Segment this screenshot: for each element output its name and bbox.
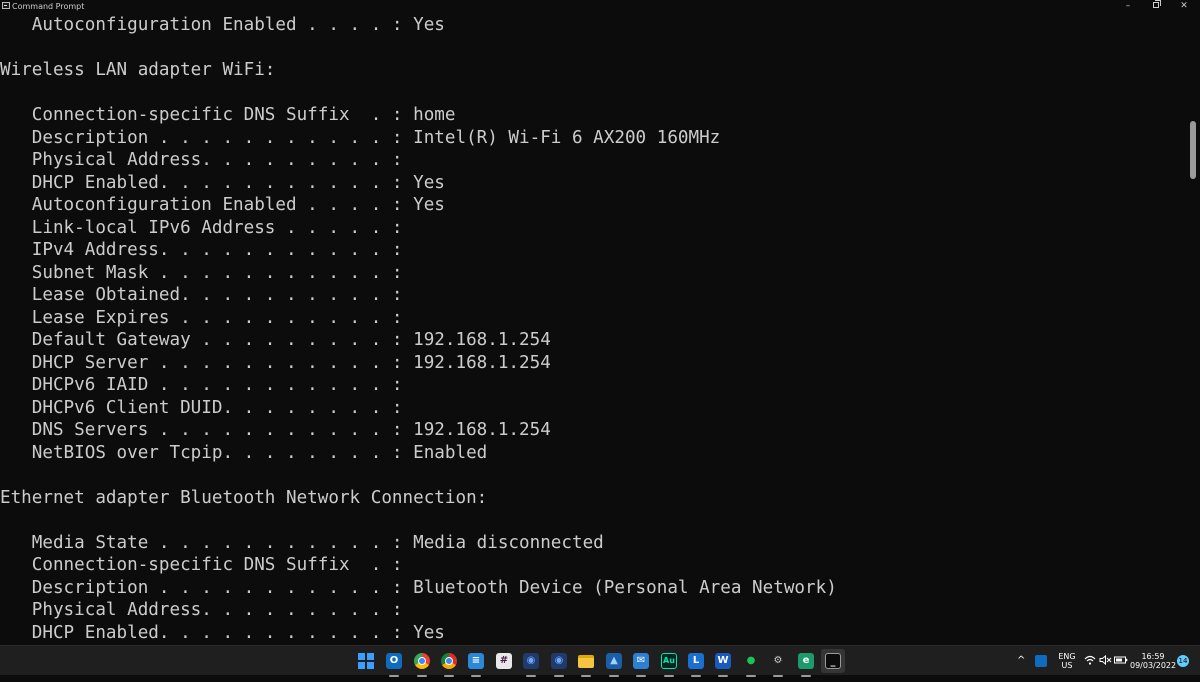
edge-icon-glyph: e <box>798 653 814 669</box>
close-button[interactable]: ✕ <box>1170 0 1198 13</box>
console-line: Physical Address. . . . . . . . . : <box>0 150 403 170</box>
notepad-icon-glyph: ≡ <box>468 653 484 669</box>
command-prompt-icon[interactable]: _ <box>821 649 845 673</box>
command-prompt-icon-glyph: _ <box>825 653 841 669</box>
console-line: DHCPv6 IAID . . . . . . . . . . . : <box>0 375 403 395</box>
console-line: Ethernet adapter Bluetooth Network Conne… <box>0 487 488 508</box>
audition-icon[interactable]: Au <box>659 651 679 677</box>
settings-icon[interactable]: ⚙ <box>768 651 788 677</box>
photos-icon[interactable]: ▲ <box>604 651 624 677</box>
app-icon-blue-2[interactable]: ◉ <box>549 651 569 677</box>
volume-muted-icon[interactable] <box>1099 654 1112 669</box>
language-indicator[interactable]: ENG US <box>1055 652 1079 682</box>
file-explorer-icon-glyph <box>578 655 594 668</box>
settings-icon-glyph: ⚙ <box>770 653 786 669</box>
slack-icon[interactable]: # <box>494 651 514 671</box>
scrollbar-thumb[interactable] <box>1190 121 1196 179</box>
photos-icon-glyph: ▲ <box>606 653 622 669</box>
language-code: ENG <box>1058 652 1076 661</box>
restore-icon <box>1153 0 1161 8</box>
edge-icon[interactable]: e <box>796 651 816 677</box>
chrome-canary-icon-glyph <box>441 653 457 669</box>
app-icon-blue-1[interactable]: ◉ <box>521 651 541 677</box>
file-explorer-icon[interactable] <box>576 651 596 677</box>
restore-button[interactable] <box>1142 0 1170 13</box>
outlook-icon[interactable]: O <box>384 651 404 677</box>
console-line: Lease Expires . . . . . . . . . . : <box>0 307 403 328</box>
app-icon-blue-1-glyph: ◉ <box>523 653 539 669</box>
outlook-tray-icon[interactable] <box>1035 655 1047 667</box>
start-icon-glyph <box>358 653 374 669</box>
console-line: Description . . . . . . . . . . . : Inte… <box>0 127 721 148</box>
chrome-canary-icon[interactable] <box>439 651 459 677</box>
console-line: NetBIOS over Tcpip. . . . . . . . : Enab… <box>0 442 488 463</box>
console-line: Lease Obtained. . . . . . . . . . : <box>0 285 403 305</box>
console-output[interactable]: Autoconfiguration Enabled . . . . : Yes W… <box>0 13 1188 645</box>
console-line: Connection-specific DNS Suffix . : <box>0 555 403 575</box>
console-line: Autoconfiguration Enabled . . . . : Yes <box>0 195 445 215</box>
mail-icon[interactable]: ✉ <box>631 651 651 677</box>
battery-icon[interactable] <box>1114 655 1128 669</box>
clock-time: 16:59 <box>1141 652 1165 661</box>
word-icon[interactable]: W <box>713 651 733 677</box>
lync-icon-glyph: L <box>688 653 704 669</box>
wifi-icon[interactable] <box>1084 655 1096 669</box>
clock-date: 09/03/2022 <box>1130 661 1177 670</box>
taskbar: ^ ENG US 16:59 09/03/2022 14 O ≡ # ◉ ◉ ▲ ✉ Au L W… <box>0 645 1200 677</box>
wechat-icon-glyph: ● <box>743 653 759 669</box>
audition-icon-glyph: Au <box>661 653 677 669</box>
show-hidden-icons-chevron[interactable]: ^ <box>1017 655 1025 667</box>
vertical-scrollbar[interactable] <box>1188 13 1200 645</box>
notification-badge[interactable]: 14 <box>1177 655 1189 667</box>
notepad-icon[interactable]: ≡ <box>466 651 486 677</box>
keyboard-layout: US <box>1061 661 1073 670</box>
command-prompt-icon <box>2 2 10 9</box>
console-line: DHCP Enabled. . . . . . . . . . . : Yes <box>0 622 445 643</box>
console-line: IPv4 Address. . . . . . . . . . . : <box>0 240 403 260</box>
console-line: Autoconfiguration Enabled . . . . : Yes <box>0 15 445 35</box>
console-line: Default Gateway . . . . . . . . . : 192.… <box>0 330 551 350</box>
console-line: Connection-specific DNS Suffix . : home <box>0 105 456 125</box>
minimize-button[interactable]: – <box>1114 0 1142 13</box>
window-title: Command Prompt <box>12 2 85 11</box>
wechat-icon[interactable]: ● <box>741 651 761 677</box>
chrome-icon-glyph <box>414 653 430 669</box>
outlook-icon-glyph: O <box>386 653 402 669</box>
console-line: DHCP Server . . . . . . . . . . . : 192.… <box>0 352 551 373</box>
console-line: DNS Servers . . . . . . . . . . . : 192.… <box>0 420 551 440</box>
word-icon-glyph: W <box>715 653 731 669</box>
slack-icon-glyph: # <box>496 653 512 669</box>
console-line: Subnet Mask . . . . . . . . . . . : <box>0 262 403 283</box>
clock[interactable]: 16:59 09/03/2022 <box>1130 652 1176 682</box>
start-icon[interactable] <box>356 651 376 671</box>
console-line: Physical Address. . . . . . . . . : <box>0 600 403 620</box>
console-line: DHCP Enabled. . . . . . . . . . . : Yes <box>0 172 445 193</box>
mail-icon-glyph: ✉ <box>633 653 649 669</box>
lync-icon[interactable]: L <box>686 651 706 677</box>
app-icon-blue-2-glyph: ◉ <box>551 653 567 669</box>
console-line: Link-local IPv6 Address . . . . . : <box>0 217 403 238</box>
console-line: Description . . . . . . . . . . . : Blue… <box>0 577 837 598</box>
console-line: Wireless LAN adapter WiFi: <box>0 60 276 80</box>
title-bar: Command Prompt – ✕ <box>0 0 1200 13</box>
console-line: DHCPv6 Client DUID. . . . . . . . : <box>0 397 403 418</box>
chrome-icon[interactable] <box>412 651 432 677</box>
console-line: Media State . . . . . . . . . . . : Medi… <box>0 532 604 553</box>
